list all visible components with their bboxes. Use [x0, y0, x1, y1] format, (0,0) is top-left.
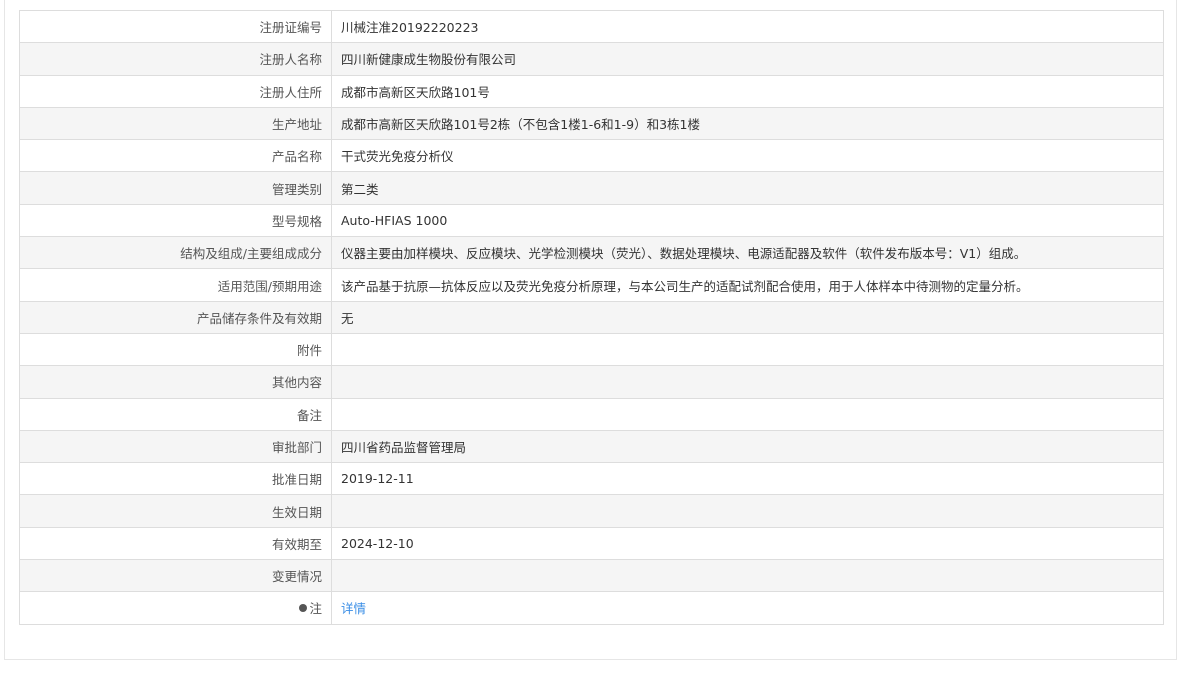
- table-row: 注 详情: [19, 591, 1164, 625]
- field-value: 成都市高新区天欣路101号2栋（不包含1楼1-6和1-9）和3栋1楼: [331, 106, 1164, 141]
- field-value: 成都市高新区天欣路101号: [331, 74, 1164, 108]
- field-value: [331, 365, 1164, 399]
- table-row: 审批部门 四川省药品监督管理局: [19, 429, 1164, 464]
- field-label: 附件: [19, 332, 332, 367]
- pin-icon: [299, 604, 308, 613]
- field-label: 注册人住所: [19, 74, 332, 108]
- table-row: 注册人名称 四川新健康成生物股份有限公司: [19, 42, 1164, 76]
- field-value: 第二类: [331, 171, 1164, 205]
- table-row: 备注: [19, 397, 1164, 431]
- field-value: 川械注准20192220223: [331, 9, 1164, 44]
- table-row: 产品储存条件及有效期无: [19, 300, 1164, 334]
- field-label: 注册证编号: [19, 9, 332, 44]
- field-label: 产品储存条件及有效期: [19, 300, 332, 334]
- table-row: 变更情况: [19, 559, 1164, 593]
- field-value: [331, 559, 1164, 593]
- table-row: 注册证编号 川械注准20192220223: [19, 9, 1164, 44]
- field-label: 其他内容: [19, 365, 332, 399]
- field-value: Auto-HFIAS 1000: [331, 203, 1164, 238]
- field-label: 型号规格: [19, 203, 332, 238]
- note-label: 注: [309, 601, 322, 617]
- field-value: 该产品基于抗原—抗体反应以及荧光免疫分析原理，与本公司生产的适配试剂配合使用，用…: [331, 268, 1164, 302]
- field-value: 详情: [331, 591, 1164, 625]
- field-value: 2024-12-10: [331, 526, 1164, 561]
- table-row: 生效日期: [19, 494, 1164, 528]
- field-label: 生效日期: [19, 494, 332, 528]
- field-value: 仪器主要由加样模块、反应模块、光学检测模块（荧光）、数据处理模块、电源适配器及软…: [331, 236, 1164, 270]
- table-row: 其他内容: [19, 365, 1164, 399]
- table-row: 有效期至 2024-12-10: [19, 526, 1164, 561]
- field-label: 注册人名称: [19, 42, 332, 76]
- field-label: 注: [19, 591, 332, 625]
- table-row: 适用范围/预期用途 该产品基于抗原—抗体反应以及荧光免疫分析原理，与本公司生产的适…: [19, 268, 1164, 302]
- field-value: 2019-12-11: [331, 462, 1164, 496]
- field-label: 批准日期: [19, 462, 332, 496]
- field-value: 无: [331, 300, 1164, 334]
- field-label: 产品名称: [19, 139, 332, 173]
- field-value: [331, 332, 1164, 367]
- table-row: 批准日期 2019-12-11: [19, 462, 1164, 496]
- field-value: [331, 494, 1164, 528]
- table-row: 附件: [19, 332, 1164, 367]
- field-value: [331, 397, 1164, 431]
- field-value: 四川省药品监督管理局: [331, 429, 1164, 464]
- field-value: 干式荧光免疫分析仪: [331, 139, 1164, 173]
- table-row: 产品名称 干式荧光免疫分析仪: [19, 139, 1164, 173]
- details-link[interactable]: 详情: [341, 601, 366, 616]
- field-label: 变更情况: [19, 559, 332, 593]
- table-row: 注册人住所 成都市高新区天欣路101号: [19, 74, 1164, 108]
- field-label: 结构及组成/主要组成成分: [19, 236, 332, 270]
- table-row: 生产地址 成都市高新区天欣路101号2栋（不包含1楼1-6和1-9）和3栋1楼: [19, 106, 1164, 141]
- field-value: 四川新健康成生物股份有限公司: [331, 42, 1164, 76]
- field-label: 审批部门: [19, 429, 332, 464]
- field-label: 生产地址: [19, 106, 332, 141]
- table-row: 管理类别 第二类: [19, 171, 1164, 205]
- table-row: 型号规格 Auto-HFIAS 1000: [19, 203, 1164, 238]
- registration-detail-table: 注册证编号 川械注准20192220223 注册人名称 四川新健康成生物股份有限公司注…: [19, 9, 1164, 625]
- field-label: 备注: [19, 397, 332, 431]
- table-row: 结构及组成/主要组成成分 仪器主要由加样模块、反应模块、光学检测模块（荧光）、数据…: [19, 236, 1164, 270]
- field-label: 管理类别: [19, 171, 332, 205]
- field-label: 适用范围/预期用途: [19, 268, 332, 302]
- field-label: 有效期至: [19, 526, 332, 561]
